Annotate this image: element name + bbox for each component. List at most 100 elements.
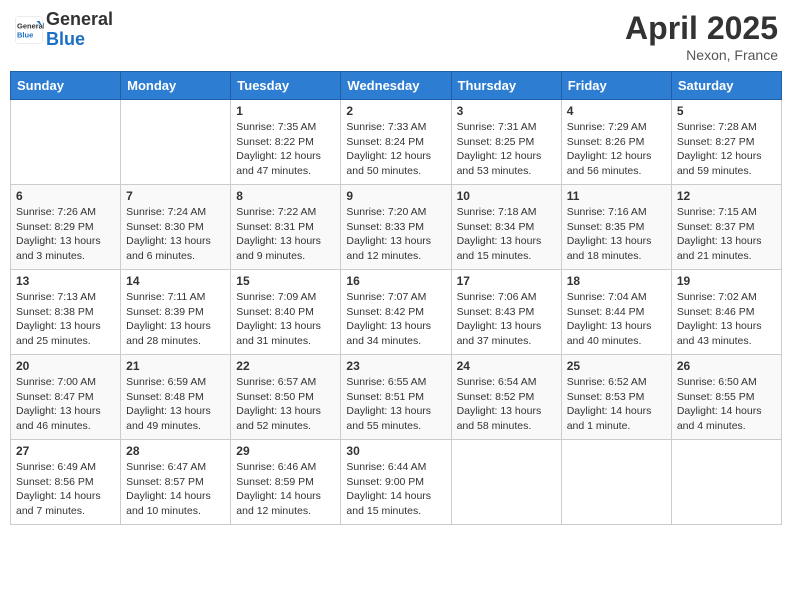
sunset-label: Sunset: 8:47 PM — [16, 391, 94, 403]
day-info: Sunrise: 7:09 AM Sunset: 8:40 PM Dayligh… — [236, 290, 335, 349]
daylight-label: Daylight: 12 hours and 53 minutes. — [457, 150, 542, 177]
day-info: Sunrise: 7:35 AM Sunset: 8:22 PM Dayligh… — [236, 120, 335, 179]
location: Nexon, France — [625, 47, 778, 63]
daylight-label: Daylight: 13 hours and 58 minutes. — [457, 405, 542, 432]
sunrise-label: Sunrise: 7:31 AM — [457, 121, 537, 133]
calendar-cell: 17 Sunrise: 7:06 AM Sunset: 8:43 PM Dayl… — [451, 270, 561, 355]
day-info: Sunrise: 6:55 AM Sunset: 8:51 PM Dayligh… — [346, 375, 445, 434]
sunrise-label: Sunrise: 7:00 AM — [16, 376, 96, 388]
day-number: 10 — [457, 189, 556, 203]
calendar-week-row: 13 Sunrise: 7:13 AM Sunset: 8:38 PM Dayl… — [11, 270, 782, 355]
sunset-label: Sunset: 8:27 PM — [677, 136, 755, 148]
sunrise-label: Sunrise: 7:06 AM — [457, 291, 537, 303]
calendar-cell: 23 Sunrise: 6:55 AM Sunset: 8:51 PM Dayl… — [341, 355, 451, 440]
sunset-label: Sunset: 8:42 PM — [346, 306, 424, 318]
sunrise-label: Sunrise: 7:28 AM — [677, 121, 757, 133]
daylight-label: Daylight: 13 hours and 28 minutes. — [126, 320, 211, 347]
sunset-label: Sunset: 8:39 PM — [126, 306, 204, 318]
day-number: 12 — [677, 189, 776, 203]
calendar-cell: 1 Sunrise: 7:35 AM Sunset: 8:22 PM Dayli… — [231, 100, 341, 185]
sunset-label: Sunset: 8:56 PM — [16, 476, 94, 488]
daylight-label: Daylight: 13 hours and 12 minutes. — [346, 235, 431, 262]
calendar-cell: 18 Sunrise: 7:04 AM Sunset: 8:44 PM Dayl… — [561, 270, 671, 355]
calendar-week-row: 20 Sunrise: 7:00 AM Sunset: 8:47 PM Dayl… — [11, 355, 782, 440]
sunrise-label: Sunrise: 6:54 AM — [457, 376, 537, 388]
sunrise-label: Sunrise: 6:46 AM — [236, 461, 316, 473]
sunset-label: Sunset: 8:51 PM — [346, 391, 424, 403]
day-info: Sunrise: 6:44 AM Sunset: 9:00 PM Dayligh… — [346, 460, 445, 519]
sunset-label: Sunset: 8:40 PM — [236, 306, 314, 318]
day-number: 13 — [16, 274, 115, 288]
day-info: Sunrise: 7:07 AM Sunset: 8:42 PM Dayligh… — [346, 290, 445, 349]
daylight-label: Daylight: 13 hours and 25 minutes. — [16, 320, 101, 347]
sunrise-label: Sunrise: 7:02 AM — [677, 291, 757, 303]
daylight-label: Daylight: 14 hours and 12 minutes. — [236, 490, 321, 517]
logo-icon: General Blue — [14, 15, 44, 45]
day-number: 17 — [457, 274, 556, 288]
sunrise-label: Sunrise: 7:13 AM — [16, 291, 96, 303]
day-number: 15 — [236, 274, 335, 288]
daylight-label: Daylight: 13 hours and 9 minutes. — [236, 235, 321, 262]
sunset-label: Sunset: 8:29 PM — [16, 221, 94, 233]
day-number: 8 — [236, 189, 335, 203]
day-number: 25 — [567, 359, 666, 373]
sunrise-label: Sunrise: 6:47 AM — [126, 461, 206, 473]
day-info: Sunrise: 7:04 AM Sunset: 8:44 PM Dayligh… — [567, 290, 666, 349]
day-info: Sunrise: 6:52 AM Sunset: 8:53 PM Dayligh… — [567, 375, 666, 434]
sunrise-label: Sunrise: 7:18 AM — [457, 206, 537, 218]
sunrise-label: Sunrise: 6:52 AM — [567, 376, 647, 388]
sunset-label: Sunset: 8:48 PM — [126, 391, 204, 403]
calendar-cell: 24 Sunrise: 6:54 AM Sunset: 8:52 PM Dayl… — [451, 355, 561, 440]
daylight-label: Daylight: 13 hours and 21 minutes. — [677, 235, 762, 262]
daylight-label: Daylight: 13 hours and 34 minutes. — [346, 320, 431, 347]
sunset-label: Sunset: 8:25 PM — [457, 136, 535, 148]
day-number: 4 — [567, 104, 666, 118]
calendar-cell — [121, 100, 231, 185]
day-number: 6 — [16, 189, 115, 203]
sunset-label: Sunset: 8:30 PM — [126, 221, 204, 233]
calendar-cell: 30 Sunrise: 6:44 AM Sunset: 9:00 PM Dayl… — [341, 440, 451, 525]
daylight-label: Daylight: 13 hours and 46 minutes. — [16, 405, 101, 432]
day-info: Sunrise: 7:15 AM Sunset: 8:37 PM Dayligh… — [677, 205, 776, 264]
day-info: Sunrise: 6:54 AM Sunset: 8:52 PM Dayligh… — [457, 375, 556, 434]
day-number: 27 — [16, 444, 115, 458]
weekday-header-friday: Friday — [561, 72, 671, 100]
day-info: Sunrise: 7:02 AM Sunset: 8:46 PM Dayligh… — [677, 290, 776, 349]
calendar-cell: 19 Sunrise: 7:02 AM Sunset: 8:46 PM Dayl… — [671, 270, 781, 355]
calendar-cell: 26 Sunrise: 6:50 AM Sunset: 8:55 PM Dayl… — [671, 355, 781, 440]
sunrise-label: Sunrise: 7:09 AM — [236, 291, 316, 303]
daylight-label: Daylight: 12 hours and 50 minutes. — [346, 150, 431, 177]
day-info: Sunrise: 6:50 AM Sunset: 8:55 PM Dayligh… — [677, 375, 776, 434]
sunrise-label: Sunrise: 7:15 AM — [677, 206, 757, 218]
calendar-cell: 27 Sunrise: 6:49 AM Sunset: 8:56 PM Dayl… — [11, 440, 121, 525]
sunset-label: Sunset: 8:35 PM — [567, 221, 645, 233]
sunrise-label: Sunrise: 6:57 AM — [236, 376, 316, 388]
weekday-header-monday: Monday — [121, 72, 231, 100]
calendar-header-row: SundayMondayTuesdayWednesdayThursdayFrid… — [11, 72, 782, 100]
daylight-label: Daylight: 13 hours and 52 minutes. — [236, 405, 321, 432]
daylight-label: Daylight: 13 hours and 31 minutes. — [236, 320, 321, 347]
weekday-header-tuesday: Tuesday — [231, 72, 341, 100]
day-info: Sunrise: 7:20 AM Sunset: 8:33 PM Dayligh… — [346, 205, 445, 264]
weekday-header-wednesday: Wednesday — [341, 72, 451, 100]
daylight-label: Daylight: 14 hours and 15 minutes. — [346, 490, 431, 517]
calendar-cell: 16 Sunrise: 7:07 AM Sunset: 8:42 PM Dayl… — [341, 270, 451, 355]
daylight-label: Daylight: 12 hours and 56 minutes. — [567, 150, 652, 177]
calendar-cell: 7 Sunrise: 7:24 AM Sunset: 8:30 PM Dayli… — [121, 185, 231, 270]
sunrise-label: Sunrise: 6:44 AM — [346, 461, 426, 473]
title-area: April 2025 Nexon, France — [625, 10, 778, 63]
calendar-cell: 3 Sunrise: 7:31 AM Sunset: 8:25 PM Dayli… — [451, 100, 561, 185]
sunrise-label: Sunrise: 7:16 AM — [567, 206, 647, 218]
day-number: 7 — [126, 189, 225, 203]
day-number: 1 — [236, 104, 335, 118]
sunrise-label: Sunrise: 7:24 AM — [126, 206, 206, 218]
day-info: Sunrise: 7:18 AM Sunset: 8:34 PM Dayligh… — [457, 205, 556, 264]
daylight-label: Daylight: 12 hours and 47 minutes. — [236, 150, 321, 177]
calendar-cell: 2 Sunrise: 7:33 AM Sunset: 8:24 PM Dayli… — [341, 100, 451, 185]
calendar-cell: 5 Sunrise: 7:28 AM Sunset: 8:27 PM Dayli… — [671, 100, 781, 185]
calendar-cell: 28 Sunrise: 6:47 AM Sunset: 8:57 PM Dayl… — [121, 440, 231, 525]
weekday-header-sunday: Sunday — [11, 72, 121, 100]
daylight-label: Daylight: 12 hours and 59 minutes. — [677, 150, 762, 177]
day-info: Sunrise: 7:33 AM Sunset: 8:24 PM Dayligh… — [346, 120, 445, 179]
calendar-cell: 6 Sunrise: 7:26 AM Sunset: 8:29 PM Dayli… — [11, 185, 121, 270]
